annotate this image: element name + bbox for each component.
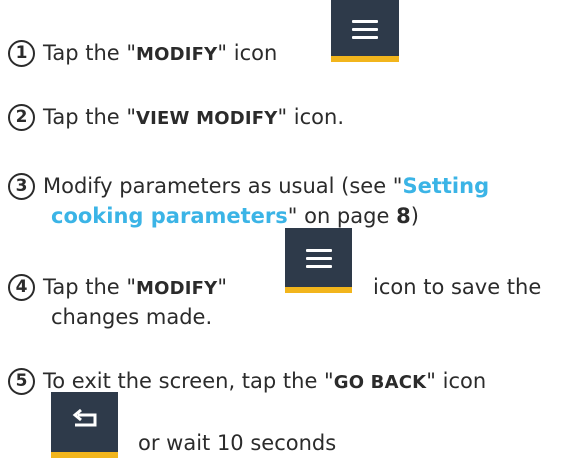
modify-button-illustration-2 [285,228,352,293]
go-back-button-illustration [51,392,118,458]
step-3-page: 8 [396,204,411,228]
step-3-suffix: " on page [287,204,397,228]
cooking-parameters-link[interactable]: cooking parameters [51,204,288,228]
step-4-line-2: changes made. [51,302,212,332]
step-3-line-2: cooking parameters" on page 8) [51,201,419,231]
step-2-keyword: VIEW MODIFY [136,108,278,129]
step-1-prefix: Tap the " [43,41,137,65]
step-4-keyword: MODIFY [136,278,218,299]
step-5-keyword: GO BACK [333,372,427,393]
step-3-prefix: Modify parameters as usual (see " [43,174,403,198]
menu-icon [352,20,378,44]
step-4-prefix: Tap the " [43,275,137,299]
step-number-4: 4 [8,274,35,301]
step-4-after-icon: icon to save the [373,272,541,302]
step-1: 1 Tap the "MODIFY" icon [0,38,277,70]
step-4: 4 Tap the "MODIFY" [0,272,227,304]
step-2: 2 Tap the "VIEW MODIFY" icon. [0,102,344,134]
step-4-after-icon-text: icon to save the [373,275,542,299]
menu-icon-2 [305,249,332,273]
go-back-icon [72,408,96,427]
step-5-line-2-text: or wait 10 seconds [138,431,337,455]
step-number-2: 2 [8,104,35,131]
step-5-suffix: " icon [426,369,487,393]
setting-link[interactable]: Setting [402,174,489,198]
step-3: 3 Modify parameters as usual (see "Settin… [0,171,489,201]
step-4-line-2-text: changes made. [51,305,213,329]
step-2-prefix: Tap the " [43,105,137,129]
step-2-suffix: " icon. [277,105,345,129]
step-5-prefix: To exit the screen, tap the " [43,369,334,393]
step-1-suffix: " icon [217,41,278,65]
step-5-line-2: or wait 10 seconds [138,428,336,458]
step-number-5: 5 [8,368,35,395]
step-3-close: ) [410,204,419,228]
step-1-keyword: MODIFY [136,44,218,65]
step-4-suffix: " [217,275,228,299]
modify-button-illustration [331,0,399,62]
step-number-1: 1 [8,40,35,67]
step-number-3: 3 [8,173,35,200]
